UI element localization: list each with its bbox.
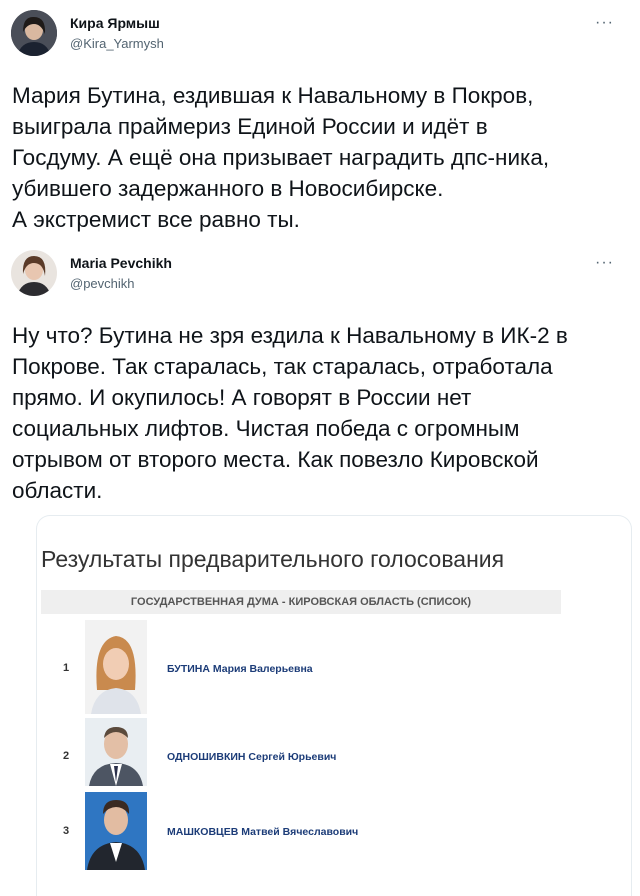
more-options-icon[interactable]: ··· [595,254,614,272]
candidate-given-name: Мария Валерьевна [212,663,313,675]
avatar[interactable] [11,10,57,56]
candidate-name[interactable]: МАШКОВЦЕВ Матвей Вячеславович [167,826,358,838]
candidate-surname: БУТИНА [167,663,210,675]
author-handle[interactable]: @Kira_Yarmysh [70,36,164,51]
candidate-name[interactable]: БУТИНА Мария Валерьевна [167,663,313,675]
author-name[interactable]: Maria Pevchikh [70,255,172,271]
results-subtitle: ГОСУДАРСТВЕННАЯ ДУМА - КИРОВСКАЯ ОБЛАСТЬ… [41,590,561,614]
candidate-photo [85,792,147,870]
attached-image[interactable]: Результаты предварительного голосования … [36,515,632,896]
avatar[interactable] [11,250,57,296]
author-name[interactable]: Кира Ярмыш [70,15,160,31]
author-handle[interactable]: @pevchikh [70,276,135,291]
candidate-given-name: Матвей Вячеславович [241,826,359,838]
candidate-photo [85,620,147,714]
tweet-maria: Maria Pevchikh @pevchikh ··· Ну что? Бут… [0,240,640,515]
candidate-surname: МАШКОВЦЕВ [167,826,239,838]
tweet-kira: Кира Ярмыш @Kira_Yarmysh ··· Мария Бутин… [0,0,640,240]
candidate-row: 2 ОДНОШИВКИН Сергей Юрьевич [37,718,631,788]
results-title: Результаты предварительного голосования [41,546,505,572]
more-options-icon[interactable]: ··· [595,14,614,32]
candidate-surname: ОДНОШИВКИН [167,751,246,763]
candidate-name[interactable]: ОДНОШИВКИН Сергей Юрьевич [167,751,336,763]
tweet-text: Ну что? Бутина не зря ездила к Навальном… [12,323,568,503]
rank: 1 [63,662,70,674]
candidate-photo [85,718,147,786]
rank: 2 [63,750,70,762]
tweet-text: Мария Бутина, ездившая к Навальному в По… [12,83,550,232]
candidate-given-name: Сергей Юрьевич [248,751,337,763]
candidate-row: 1 БУТИНА Мария Валерьевна [37,620,631,716]
candidate-row: 3 МАШКОВЦЕВ Матвей Вячеславович [37,792,631,872]
rank: 3 [63,825,70,837]
